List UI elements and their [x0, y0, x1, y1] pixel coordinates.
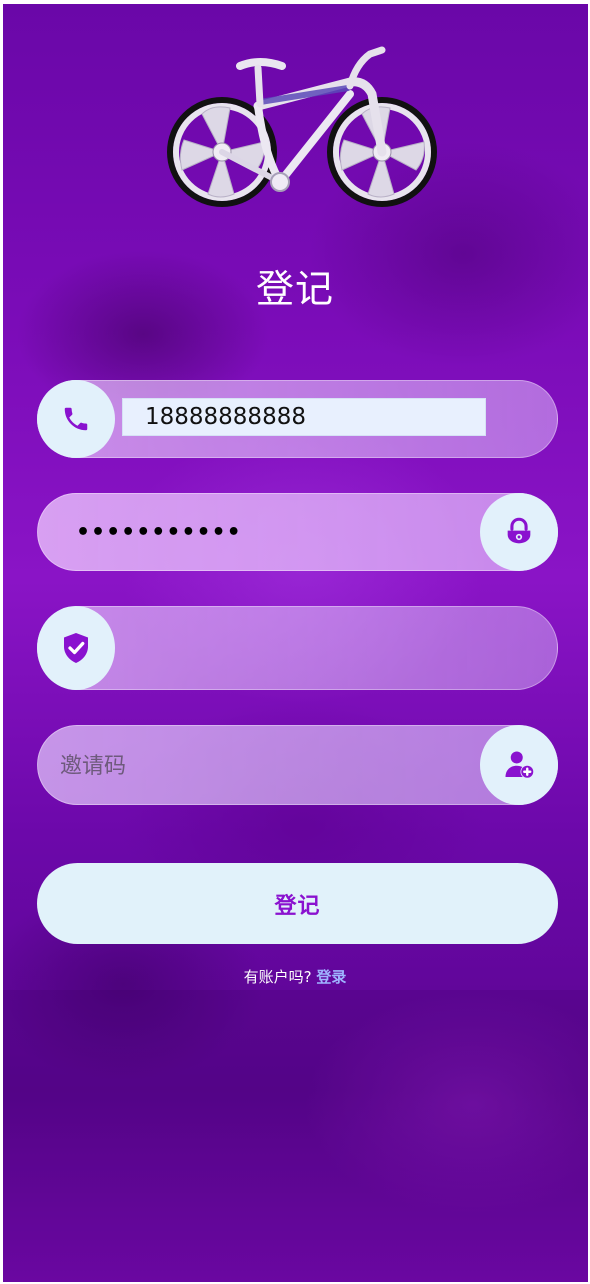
bicycle-logo: [167, 46, 437, 207]
register-button[interactable]: 登记: [37, 863, 558, 944]
password-input[interactable]: •••••••••••: [76, 512, 242, 552]
page-title: 登记: [255, 267, 334, 311]
login-prompt-text: 有账户吗?: [243, 968, 312, 986]
add-user-icon-badge: [480, 725, 558, 805]
invite-code-input[interactable]: [60, 744, 460, 788]
phone-field[interactable]: [37, 380, 558, 458]
bottom-panel: [3, 990, 588, 1282]
shield-icon-badge: [37, 606, 115, 690]
login-prompt: 有账户吗? 登录: [0, 966, 590, 987]
captcha-field[interactable]: [37, 606, 558, 690]
phone-input[interactable]: [122, 398, 486, 436]
shield-check-icon: [64, 633, 88, 663]
captcha-input[interactable]: [122, 627, 452, 671]
login-link[interactable]: 登录: [316, 968, 346, 986]
add-user-icon: [505, 751, 534, 778]
lock-icon: [507, 517, 531, 544]
lock-icon-badge[interactable]: [480, 493, 558, 571]
phone-icon: [64, 407, 88, 431]
password-field[interactable]: •••••••••••: [37, 493, 558, 571]
invite-code-field[interactable]: [37, 725, 558, 805]
phone-icon-badge: [37, 380, 115, 458]
